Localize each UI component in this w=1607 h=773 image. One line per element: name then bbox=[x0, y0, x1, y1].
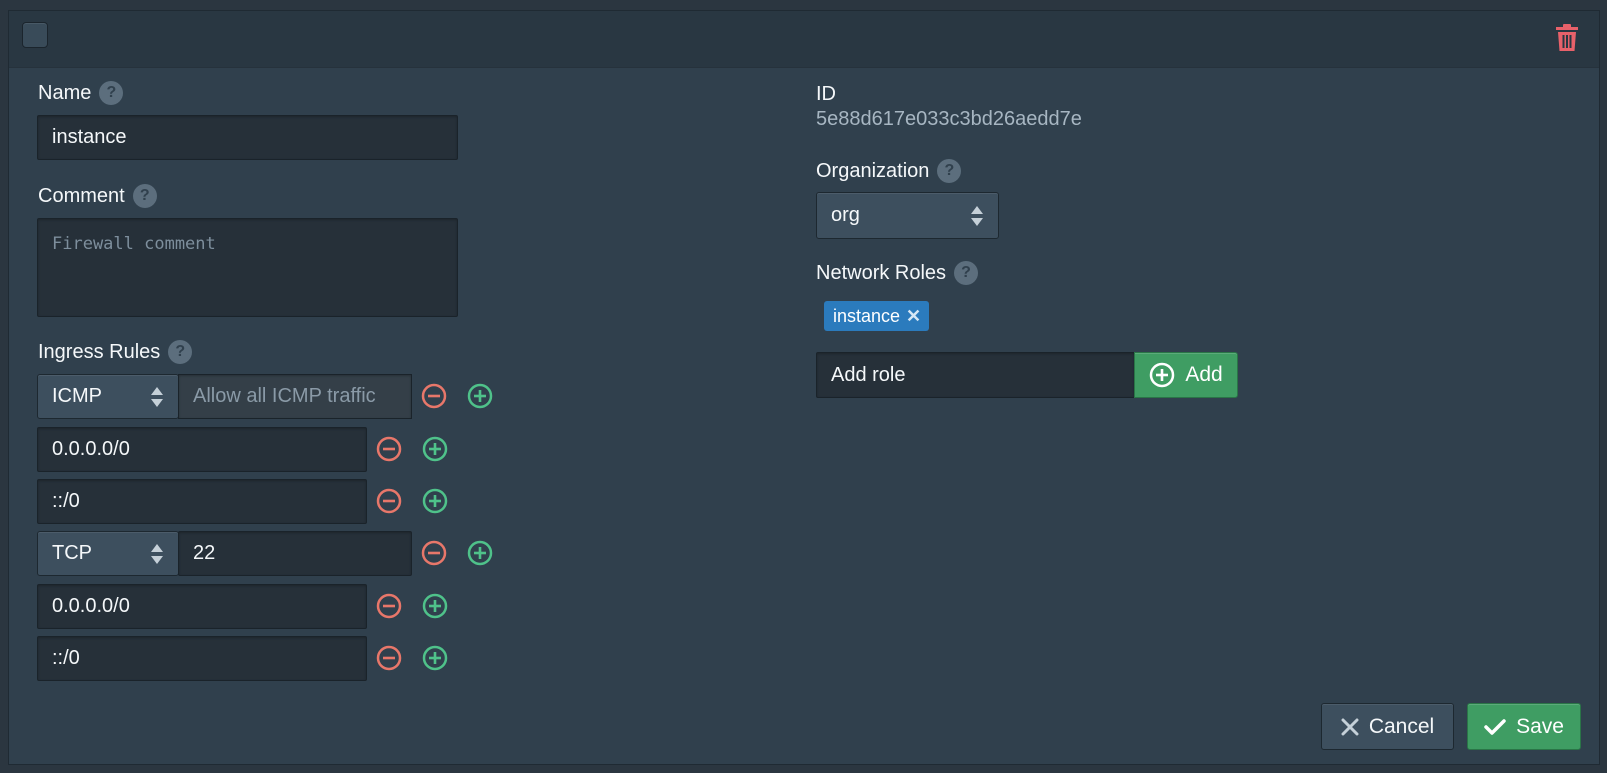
close-icon bbox=[1341, 718, 1359, 735]
trash-icon[interactable] bbox=[1555, 24, 1579, 52]
add-source-icon[interactable] bbox=[422, 436, 448, 462]
comment-label: Comment ? bbox=[38, 184, 157, 208]
add-role-input[interactable]: Add role bbox=[816, 352, 1135, 398]
help-icon[interactable]: ? bbox=[99, 81, 124, 105]
select-arrows-icon bbox=[151, 543, 163, 564]
comment-textarea[interactable]: Firewall comment bbox=[37, 218, 458, 317]
help-icon[interactable]: ? bbox=[168, 340, 193, 364]
help-icon[interactable]: ? bbox=[132, 184, 157, 208]
source-input[interactable]: ::/0 bbox=[37, 636, 367, 681]
help-icon[interactable]: ? bbox=[937, 159, 962, 183]
add-source-icon[interactable] bbox=[422, 645, 448, 671]
help-icon[interactable]: ? bbox=[954, 261, 979, 285]
save-button[interactable]: Save bbox=[1467, 703, 1581, 750]
source-input[interactable]: ::/0 bbox=[37, 479, 367, 524]
select-checkbox[interactable] bbox=[22, 22, 48, 48]
add-rule-icon[interactable] bbox=[467, 540, 493, 566]
remove-source-icon[interactable] bbox=[376, 436, 402, 462]
cancel-button[interactable]: Cancel bbox=[1321, 703, 1454, 750]
organization-label: Organization ? bbox=[816, 159, 962, 183]
plus-circle-icon bbox=[1150, 362, 1175, 388]
role-tag: instance ✕ bbox=[824, 301, 930, 331]
port-input[interactable]: Allow all ICMP traffic bbox=[178, 374, 412, 419]
add-role-button[interactable]: Add bbox=[1134, 352, 1238, 398]
name-label: Name ? bbox=[38, 81, 124, 105]
source-input[interactable]: 0.0.0.0/0 bbox=[37, 427, 367, 472]
remove-source-icon[interactable] bbox=[376, 488, 402, 514]
id-value: 5e88d617e033c3bd26aedd7e bbox=[816, 108, 1082, 130]
port-input[interactable]: 22 bbox=[178, 531, 412, 576]
source-input[interactable]: 0.0.0.0/0 bbox=[37, 584, 367, 629]
check-icon bbox=[1484, 718, 1506, 735]
remove-source-icon[interactable] bbox=[376, 645, 402, 671]
panel-header bbox=[9, 11, 1599, 68]
remove-rule-icon[interactable] bbox=[421, 540, 447, 566]
add-rule-icon[interactable] bbox=[467, 383, 493, 409]
remove-rule-icon[interactable] bbox=[421, 383, 447, 409]
add-source-icon[interactable] bbox=[422, 593, 448, 619]
select-arrows-icon bbox=[971, 205, 983, 226]
remove-source-icon[interactable] bbox=[376, 593, 402, 619]
name-input[interactable]: instance bbox=[37, 115, 458, 160]
id-label: ID bbox=[816, 83, 836, 105]
add-source-icon[interactable] bbox=[422, 488, 448, 514]
protocol-select[interactable]: ICMP bbox=[37, 374, 179, 419]
network-roles-label: Network Roles ? bbox=[816, 261, 979, 285]
remove-tag-icon[interactable]: ✕ bbox=[906, 306, 921, 327]
organization-select[interactable]: org bbox=[816, 192, 999, 239]
ingress-rules-label: Ingress Rules ? bbox=[38, 340, 193, 364]
select-arrows-icon bbox=[151, 386, 163, 407]
protocol-select[interactable]: TCP bbox=[37, 531, 179, 576]
